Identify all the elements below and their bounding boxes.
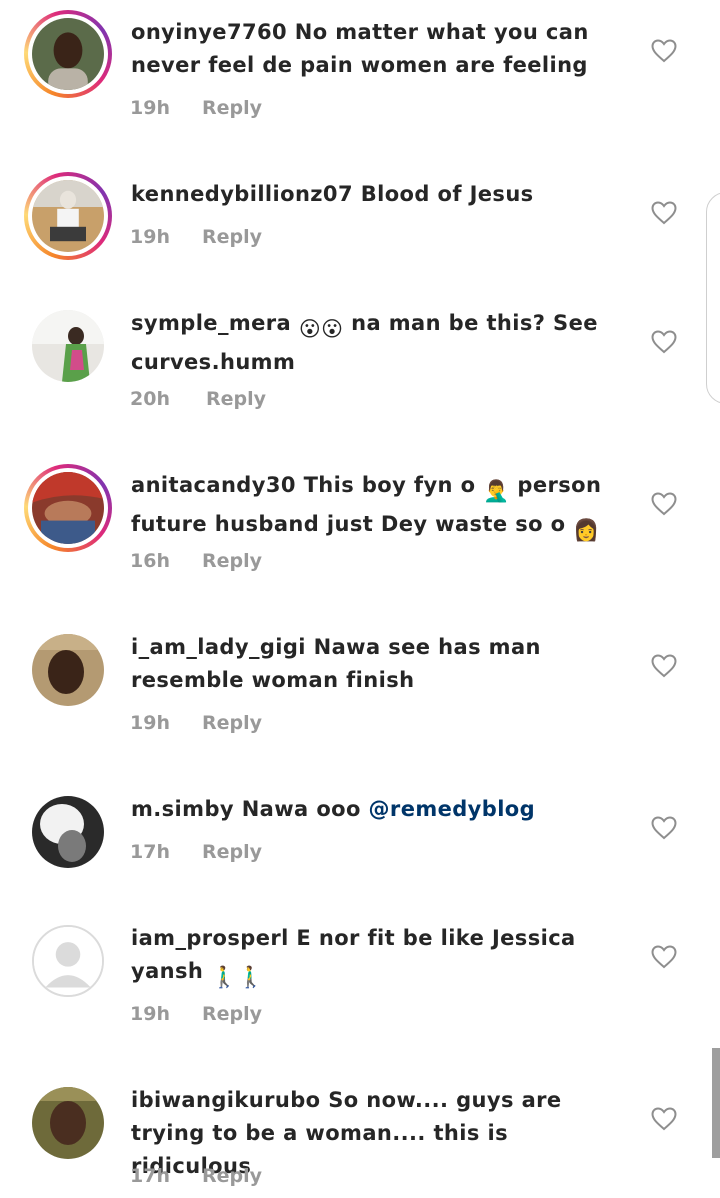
side-panel-edge (706, 192, 720, 404)
emoji: 😮😮 (298, 317, 344, 341)
avatar[interactable] (32, 310, 104, 382)
comment-text: m.simby Nawa ooo @remedyblog (131, 793, 626, 826)
avatar[interactable] (24, 172, 112, 260)
comment-body: This boy fyn o (303, 473, 476, 497)
comment-meta: 19h Reply (130, 1003, 262, 1025)
comment-text: onyinye7760 No matter what you can never… (131, 16, 626, 82)
avatar[interactable] (32, 634, 104, 706)
reply-button[interactable]: Reply (202, 550, 262, 572)
comment-username[interactable]: onyinye7760 (131, 20, 287, 44)
comment-text: iam_prosperl E nor fit be like Jessica y… (131, 922, 626, 994)
comment-meta: 19h Reply (130, 712, 262, 734)
comment-body: Blood of Jesus (360, 182, 534, 206)
comment-time: 19h (130, 226, 170, 248)
comment-meta: 17h Reply (130, 1165, 262, 1187)
comment-username[interactable]: ibiwangikurubo (131, 1088, 320, 1112)
avatar[interactable] (32, 796, 104, 868)
reply-button[interactable]: Reply (202, 1165, 262, 1187)
comment-text: symple_mera 😮😮 na man be this? See curve… (131, 307, 626, 379)
heart-outline-icon[interactable] (651, 492, 677, 516)
mention-link[interactable]: @remedyblog (369, 797, 536, 821)
avatar[interactable] (32, 1087, 104, 1159)
comment-text: kennedybillionz07 Blood of Jesus (131, 178, 626, 211)
comment-meta: 20h Reply (130, 388, 266, 410)
comment-username[interactable]: symple_mera (131, 311, 291, 335)
reply-button[interactable]: Reply (202, 1003, 262, 1025)
reply-button[interactable]: Reply (206, 388, 266, 410)
reply-button[interactable]: Reply (202, 97, 262, 119)
avatar[interactable] (32, 925, 104, 997)
heart-outline-icon[interactable] (651, 654, 677, 678)
comment-time: 17h (130, 1165, 170, 1187)
scrollbar-thumb[interactable] (712, 1048, 720, 1158)
comment-username[interactable]: iam_prosperl (131, 926, 289, 950)
comment-text: i_am_lady_gigi Nawa see has man resemble… (131, 631, 626, 697)
reply-button[interactable]: Reply (202, 712, 262, 734)
comment-meta: 16h Reply (130, 550, 262, 572)
heart-outline-icon[interactable] (651, 330, 677, 354)
emoji: 🤦‍♂️ (483, 479, 510, 503)
comment-time: 19h (130, 1003, 170, 1025)
comment-body: Nawa ooo (241, 797, 361, 821)
comment-meta: 19h Reply (130, 97, 262, 119)
comment-meta: 19h Reply (130, 226, 262, 248)
heart-outline-icon[interactable] (651, 1107, 677, 1131)
comment-username[interactable]: kennedybillionz07 (131, 182, 353, 206)
comment-time: 19h (130, 97, 170, 119)
comment-username[interactable]: i_am_lady_gigi (131, 635, 306, 659)
emoji: 👩 (573, 518, 600, 542)
comment-time: 17h (130, 841, 170, 863)
heart-outline-icon[interactable] (651, 39, 677, 63)
comment-time: 19h (130, 712, 170, 734)
heart-outline-icon[interactable] (651, 945, 677, 969)
reply-button[interactable]: Reply (202, 841, 262, 863)
avatar[interactable] (24, 464, 112, 552)
heart-outline-icon[interactable] (651, 816, 677, 840)
heart-outline-icon[interactable] (651, 201, 677, 225)
comment-time: 16h (130, 550, 170, 572)
comment-username[interactable]: anitacandy30 (131, 473, 296, 497)
comment-time: 20h (130, 388, 170, 410)
comment-text: anitacandy30 This boy fyn o 🤦‍♂️ person … (131, 469, 626, 547)
comment-username[interactable]: m.simby (131, 797, 234, 821)
avatar[interactable] (24, 10, 112, 98)
emoji: 🚶‍♂️🚶‍♂️ (210, 965, 265, 989)
comment-meta: 17h Reply (130, 841, 262, 863)
reply-button[interactable]: Reply (202, 226, 262, 248)
